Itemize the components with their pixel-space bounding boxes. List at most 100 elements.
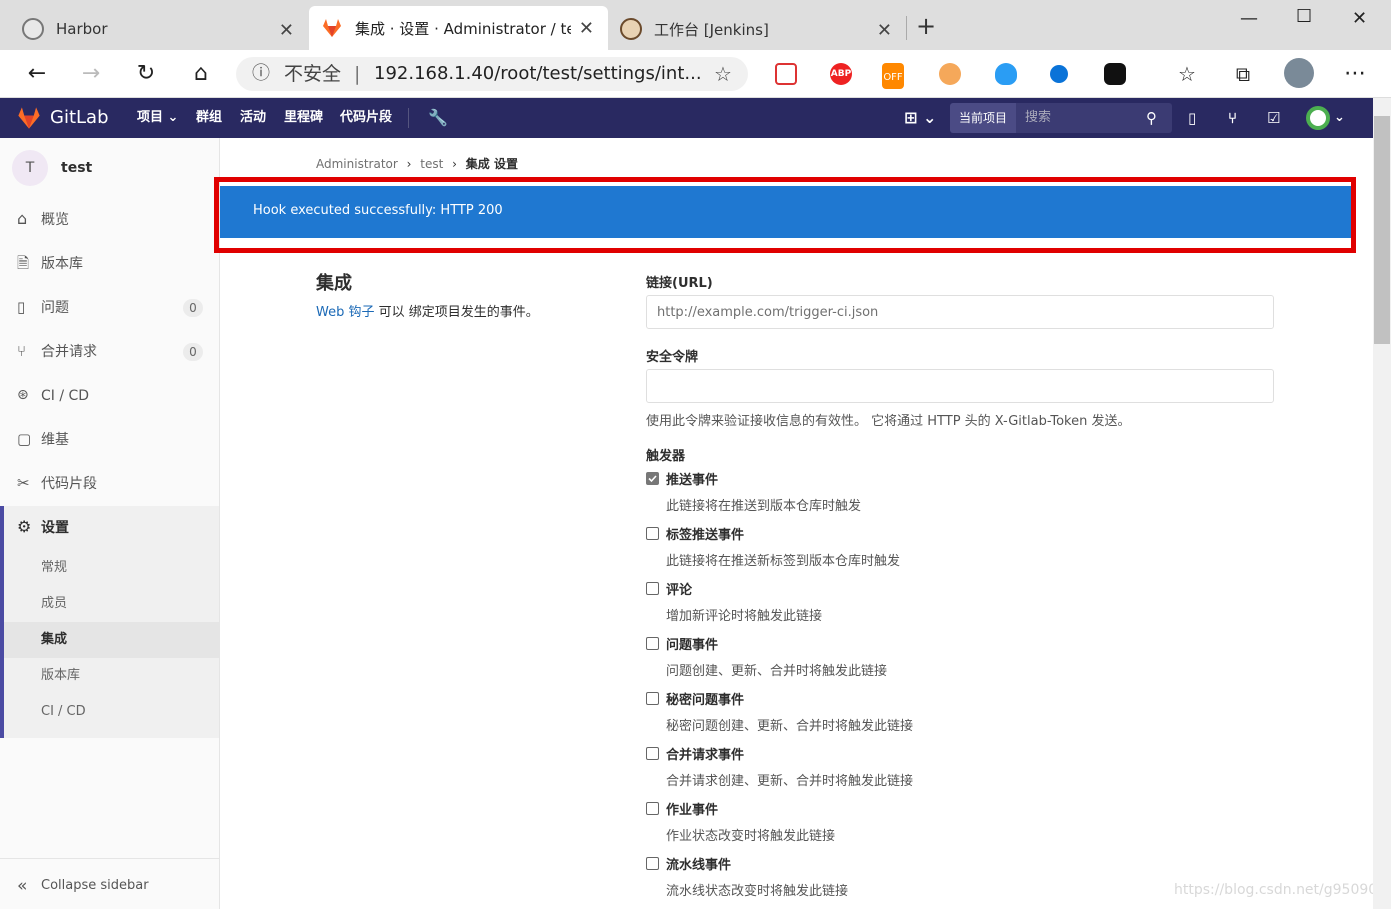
sidebar-item-wiki[interactable]: ▢ 维基 (0, 418, 219, 462)
close-tab-icon[interactable]: ✕ (579, 18, 594, 39)
sidebar-sub-general[interactable]: 常规 (0, 550, 219, 586)
job-events-checkbox[interactable] (646, 802, 659, 815)
trigger-label[interactable]: 合并请求事件 (666, 744, 744, 763)
home-icon: ⌂ (17, 209, 28, 228)
sidebar-item-snippets[interactable]: ✂ 代码片段 (0, 462, 219, 506)
comments-checkbox[interactable] (646, 582, 659, 595)
honey-icon[interactable] (939, 63, 961, 85)
trigger-label[interactable]: 标签推送事件 (666, 524, 744, 543)
onedrive-icon[interactable] (1050, 65, 1068, 83)
merge-request-icon: ⑂ (17, 342, 27, 360)
new-item-plus-icon[interactable]: ⊞ ⌄ (904, 98, 936, 138)
section-title: 集成 (316, 273, 352, 294)
close-tab-icon[interactable]: ✕ (877, 20, 892, 41)
url-text[interactable]: 192.168.1.40/root/test/settings/int... (374, 57, 702, 91)
sidebar-item-repository[interactable]: 🗎 版本库 (0, 242, 219, 286)
favorites-icon[interactable]: ☆ (1172, 60, 1202, 88)
profile-avatar[interactable] (1284, 58, 1314, 88)
tab-jenkins[interactable]: 工作台 [Jenkins] ✕ (608, 8, 906, 50)
gitlab-logo-icon[interactable] (16, 105, 42, 131)
home-button[interactable]: ⌂ (186, 60, 216, 88)
secret-token-input[interactable] (646, 369, 1274, 403)
mask-icon[interactable] (1104, 63, 1126, 85)
gitlab-brand[interactable]: GitLab (50, 98, 109, 138)
admin-wrench-icon[interactable]: 🔧 (428, 98, 448, 138)
search-icon[interactable]: ⚲ (1146, 98, 1157, 138)
merge-request-events-checkbox[interactable] (646, 747, 659, 760)
adblock-icon[interactable]: ABP (830, 63, 852, 85)
address-bar[interactable]: ⓘ 不安全 | 192.168.1.40/root/test/settings/… (236, 57, 748, 91)
collections-icon[interactable]: ⧉ (1228, 60, 1258, 88)
user-avatar[interactable] (1306, 106, 1330, 130)
sidebar-item-ci-cd[interactable]: ⊛ CI / CD (0, 374, 219, 418)
search-scope[interactable]: 当前项目 (950, 103, 1016, 133)
webhooks-link[interactable]: Web 钩子 (316, 305, 374, 320)
sidebar-sub-ci-cd[interactable]: CI / CD (0, 694, 219, 730)
close-tab-icon[interactable]: ✕ (279, 20, 294, 41)
ext-shield-icon[interactable] (995, 63, 1017, 85)
confidential-issues-checkbox[interactable] (646, 692, 659, 705)
collapse-sidebar-button[interactable]: « Collapse sidebar (0, 859, 219, 909)
breadcrumb-item[interactable]: test (420, 157, 443, 171)
trigger-label[interactable]: 问题事件 (666, 634, 718, 653)
nav-snippets[interactable]: 代码片段 (340, 98, 392, 138)
sidebar-item-settings[interactable]: ⚙ 设置 (0, 506, 219, 550)
close-window-icon[interactable]: ✕ (1352, 8, 1367, 29)
sidebar-sub-repository[interactable]: 版本库 (0, 658, 219, 694)
trigger-help: 增加新评论时将触发此链接 (666, 609, 823, 624)
project-avatar[interactable]: T (12, 150, 48, 186)
issues-header-icon[interactable]: ▯ (1188, 98, 1196, 138)
merge-requests-header-icon[interactable]: ⑂ (1228, 98, 1237, 138)
forward-button[interactable]: → (76, 60, 106, 88)
book-icon: ▢ (17, 430, 32, 448)
minimize-window-icon[interactable]: — (1240, 8, 1258, 29)
browser-tab-bar: Harbor ✕ 集成 · 设置 · Administrator / test … (0, 0, 1391, 50)
nav-projects[interactable]: 项目 ⌄ (137, 98, 178, 138)
info-icon[interactable]: ⓘ (252, 57, 270, 91)
sidebar-item-label: 概览 (41, 212, 69, 228)
more-menu-icon[interactable]: ⋯ (1340, 60, 1370, 88)
nav-divider (408, 108, 409, 128)
nav-milestones[interactable]: 里程碑 (284, 98, 323, 138)
sidebar-sub-integrations[interactable]: 集成 (4, 622, 219, 658)
tag-push-events-checkbox[interactable] (646, 527, 659, 540)
off-toggle-icon[interactable]: OFF (882, 63, 904, 89)
tab-gitlab-integrations[interactable]: 集成 · 设置 · Administrator / test ✕ (309, 6, 608, 50)
breadcrumb-current: 集成 设置 (465, 157, 518, 171)
pipeline-events-checkbox[interactable] (646, 857, 659, 870)
trigger-help: 作业状态改变时将触发此链接 (666, 829, 836, 844)
trigger-label[interactable]: 作业事件 (666, 799, 718, 818)
trigger-label[interactable]: 评论 (666, 579, 692, 598)
project-name[interactable]: test (61, 160, 92, 176)
trigger-help: 合并请求创建、更新、合并时将触发此链接 (666, 774, 914, 789)
url-placeholder: http://example.com/trigger-ci.json (657, 305, 879, 320)
nav-projects-label: 项目 (137, 110, 164, 125)
highlight-annotation (214, 177, 1356, 253)
user-menu-chevron-icon[interactable]: ⌄ (1334, 98, 1345, 138)
tab-harbor[interactable]: Harbor ✕ (0, 8, 308, 50)
issues-events-checkbox[interactable] (646, 637, 659, 650)
trigger-label[interactable]: 推送事件 (666, 469, 718, 488)
back-button[interactable]: ← (22, 60, 52, 88)
favorite-star-icon[interactable]: ☆ (714, 57, 732, 91)
trigger-label[interactable]: 流水线事件 (666, 854, 731, 873)
sidebar-item-overview[interactable]: ⌂ 概览 (0, 198, 219, 242)
sidebar-item-issues[interactable]: ▯ 问题 0 (0, 286, 219, 330)
breadcrumb-item[interactable]: Administrator (316, 157, 398, 171)
trigger-label[interactable]: 秘密问题事件 (666, 689, 744, 708)
url-input[interactable]: http://example.com/trigger-ci.json (646, 295, 1274, 329)
nav-activity[interactable]: 活动 (240, 98, 266, 138)
new-tab-button[interactable]: + (916, 12, 936, 40)
sidebar-sub-members[interactable]: 成员 (0, 586, 219, 622)
refresh-button[interactable]: ↻ (131, 60, 161, 88)
maximize-window-icon[interactable]: ☐ (1296, 6, 1312, 27)
pocket-icon[interactable] (775, 63, 797, 85)
push-events-checkbox[interactable] (646, 472, 659, 485)
jenkins-favicon-icon (620, 18, 642, 40)
scrollbar-thumb[interactable] (1374, 116, 1390, 344)
todos-icon[interactable]: ☑ (1267, 98, 1280, 138)
gitlab-header: GitLab 项目 ⌄ 群组 活动 里程碑 代码片段 🔧 ⊞ ⌄ 当前项目 搜索… (0, 98, 1373, 138)
sidebar-item-merge-requests[interactable]: ⑂ 合并请求 0 (0, 330, 219, 374)
nav-groups[interactable]: 群组 (196, 98, 222, 138)
browser-toolbar: ← → ↻ ⌂ ⓘ 不安全 | 192.168.1.40/root/test/s… (0, 50, 1391, 98)
